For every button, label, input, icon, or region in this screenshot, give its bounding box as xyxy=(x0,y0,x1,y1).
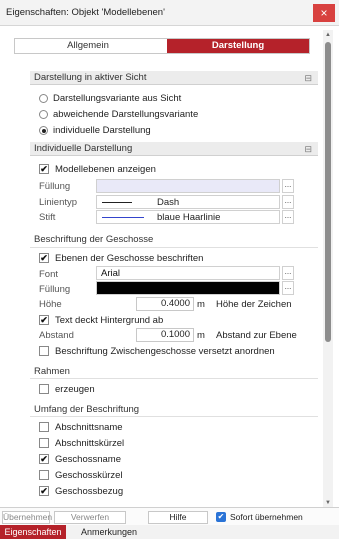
geschosskuerzel-label: Geschosskürzel xyxy=(55,470,123,481)
beschriftung-fuellung-label: Füllung xyxy=(39,284,71,295)
stift-line-icon xyxy=(102,217,144,218)
abschnittskuerzel-checkbox[interactable] xyxy=(39,438,49,448)
footer-bar: Übernehmen Verwerfen Hilfe ✔ Sofort über… xyxy=(0,507,339,525)
abstand-description: Abstand zur Ebene xyxy=(216,330,297,341)
scroll-up-icon[interactable]: ▲ xyxy=(324,31,332,39)
uebernehmen-button[interactable]: Übernehmen xyxy=(2,511,52,524)
scrollbar-thumb[interactable] xyxy=(325,42,331,342)
radio-option-label: Darstellungsvariante aus Sicht xyxy=(53,93,182,104)
stift-value: blaue Haarlinie xyxy=(157,212,221,223)
hoehe-unit: m xyxy=(197,299,205,310)
close-button[interactable]: × xyxy=(313,4,335,22)
sofort-uebernehmen-label: Sofort übernehmen xyxy=(230,512,303,522)
versetzt-checkbox[interactable] xyxy=(39,346,49,356)
abschnittskuerzel-label: Abschnittskürzel xyxy=(55,438,125,449)
verwerfen-button[interactable]: Verwerfen xyxy=(54,511,126,524)
radio-option-selected[interactable] xyxy=(39,126,48,135)
geschossname-checkbox[interactable]: ✔ xyxy=(39,454,49,464)
abstand-label: Abstand xyxy=(39,330,74,341)
section-individuelle-darstellung[interactable]: Individuelle Darstellung ⊟ xyxy=(30,142,318,156)
tab-eigenschaften[interactable]: Eigenschaften xyxy=(0,525,66,539)
section-title: Individuelle Darstellung xyxy=(34,143,133,154)
section-aktive-sicht[interactable]: Darstellung in aktiver Sicht ⊟ xyxy=(30,71,318,85)
tab-allgemein[interactable]: Allgemein xyxy=(15,39,161,53)
versetzt-label: Beschriftung Zwischengeschosse versetzt … xyxy=(55,346,275,357)
font-value: Arial xyxy=(101,268,121,279)
linientyp-value: Dash xyxy=(157,197,180,208)
fuellung-more-button[interactable]: ... xyxy=(282,179,294,193)
title-bar: Eigenschaften: Objekt 'Modellebenen' × xyxy=(0,0,339,26)
rahmen-heading: Rahmen xyxy=(34,366,70,377)
abschnittsname-checkbox[interactable] xyxy=(39,422,49,432)
hoehe-input[interactable]: 0.4000 xyxy=(136,297,194,311)
fuellung-label: Füllung xyxy=(39,181,71,192)
hintergrund-checkbox[interactable]: ✔ xyxy=(39,315,49,325)
linientyp-field[interactable]: Dash xyxy=(96,195,280,209)
font-label: Font xyxy=(39,269,59,280)
geschosskuerzel-checkbox[interactable] xyxy=(39,470,49,480)
umfang-heading: Umfang der Beschriftung xyxy=(34,404,140,415)
stift-field[interactable]: blaue Haarlinie xyxy=(96,210,280,224)
radio-option[interactable] xyxy=(39,94,48,103)
linientyp-line-icon xyxy=(102,202,132,203)
stift-label: Stift xyxy=(39,212,56,223)
font-field[interactable]: Arial xyxy=(96,266,280,280)
geschosse-beschriften-label: Ebenen der Geschosse beschriften xyxy=(55,253,204,264)
font-more-button[interactable]: ... xyxy=(282,266,294,280)
radio-option-label: abweichende Darstellungsvariante xyxy=(53,109,199,120)
abstand-input[interactable]: 0.1000 xyxy=(136,328,194,342)
scroll-down-icon[interactable]: ▼ xyxy=(324,499,332,507)
beschriftung-heading: Beschriftung der Geschosse xyxy=(34,234,154,245)
beschriftung-fuellung-more-button[interactable]: ... xyxy=(282,281,294,295)
sofort-uebernehmen-checkbox[interactable]: ✔ xyxy=(216,512,226,522)
beschriftung-fuellung-field[interactable] xyxy=(96,281,280,295)
rahmen-erzeugen-checkbox[interactable] xyxy=(39,384,49,394)
fuellung-field[interactable] xyxy=(96,179,280,193)
radio-option-label: individuelle Darstellung xyxy=(53,125,151,136)
stift-more-button[interactable]: ... xyxy=(282,210,294,224)
linientyp-label: Linientyp xyxy=(39,197,78,208)
hoehe-description: Höhe der Zeichen xyxy=(216,299,292,310)
bottom-tab-bar: Eigenschaften Anmerkungen xyxy=(0,525,339,539)
abstand-unit: m xyxy=(197,330,205,341)
collapse-icon[interactable]: ⊟ xyxy=(304,71,312,85)
divider xyxy=(30,378,318,379)
geschosse-beschriften-checkbox[interactable]: ✔ xyxy=(39,253,49,263)
geschossname-label: Geschossname xyxy=(55,454,122,465)
geschossbezug-checkbox[interactable]: ✔ xyxy=(39,486,49,496)
radio-option[interactable] xyxy=(39,110,48,119)
divider xyxy=(30,247,318,248)
hoehe-label: Höhe xyxy=(39,299,62,310)
hilfe-button[interactable]: Hilfe xyxy=(148,511,208,524)
geschossbezug-label: Geschossbezug xyxy=(55,486,124,497)
rahmen-erzeugen-label: erzeugen xyxy=(55,384,95,395)
tab-bar: Allgemein Darstellung xyxy=(14,38,310,54)
hintergrund-label: Text deckt Hintergrund ab xyxy=(55,315,164,326)
divider xyxy=(30,416,318,417)
modellebenen-anzeigen-checkbox[interactable]: ✔ xyxy=(39,164,49,174)
window-title: Eigenschaften: Objekt 'Modellebenen' xyxy=(6,7,165,18)
modellebenen-anzeigen-label: Modellebenen anzeigen xyxy=(55,164,156,175)
section-title: Darstellung in aktiver Sicht xyxy=(34,72,147,83)
collapse-icon[interactable]: ⊟ xyxy=(304,142,312,156)
linientyp-more-button[interactable]: ... xyxy=(282,195,294,209)
tab-anmerkungen[interactable]: Anmerkungen xyxy=(68,525,150,539)
abschnittsname-label: Abschnittsname xyxy=(55,422,123,433)
tab-darstellung[interactable]: Darstellung xyxy=(167,39,309,53)
